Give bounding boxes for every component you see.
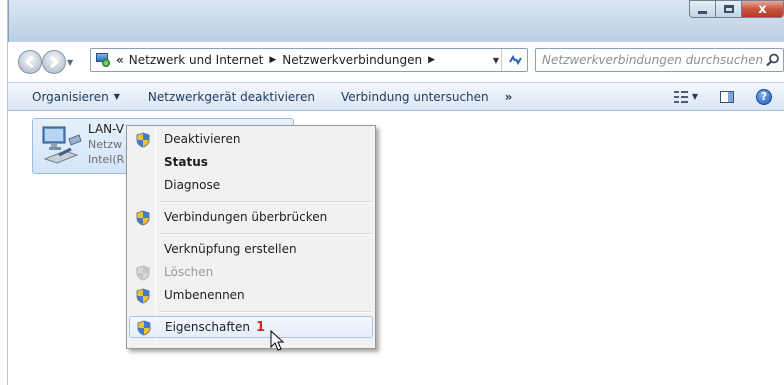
preview-pane-icon[interactable] [720, 90, 734, 103]
menu-item-diagnose[interactable]: Diagnose [129, 175, 373, 197]
menu-item-rename[interactable]: Umbenennen [129, 285, 373, 307]
menu-item-delete: Löschen [129, 262, 373, 284]
breadcrumb-segment-2[interactable]: Netzwerkverbindungen ▶ [282, 53, 441, 67]
diagnose-connection-label: Verbindung untersuchen [340, 89, 489, 104]
chevron-right-icon[interactable]: ▶ [428, 55, 435, 65]
disable-device-label: Netzwerkgerät deaktivieren [147, 89, 315, 104]
organize-label: Organisieren [32, 89, 109, 104]
command-bar-right: ▼ ? [673, 83, 784, 110]
minimize-icon [698, 10, 707, 14]
refresh-button[interactable] [501, 49, 527, 71]
menu-item-label: Umbenennen [164, 288, 245, 302]
menu-item-create-shortcut[interactable]: Verknüpfung erstellen [129, 239, 373, 261]
annotation-number: 1 [256, 320, 266, 335]
uac-shield-disabled-icon [136, 265, 150, 281]
refresh-icon [508, 54, 522, 66]
menu-item-properties[interactable]: Eigenschaften 1 [129, 316, 373, 338]
menu-item-label: Diagnose [164, 178, 221, 192]
back-button[interactable] [18, 50, 42, 74]
menu-item-label: Löschen [164, 265, 214, 279]
chevron-right-icon[interactable]: ▶ [269, 55, 276, 65]
menu-separator [159, 311, 371, 313]
menu-item-label: Verbindungen überbrücken [164, 210, 328, 224]
recent-pages-dropdown-icon[interactable]: ▼ [67, 58, 73, 67]
breadcrumb-label: Netzwerkverbindungen [282, 53, 423, 67]
address-overflow[interactable]: « [116, 53, 124, 67]
caption-buttons: x [689, 0, 784, 18]
diagnose-connection-button[interactable]: Verbindung untersuchen [333, 90, 497, 104]
menu-item-label: Eigenschaften [165, 320, 251, 334]
mouse-cursor-icon [270, 330, 285, 351]
disable-device-button[interactable]: Netzwerkgerät deaktivieren [140, 90, 323, 104]
search-icon[interactable] [766, 53, 780, 67]
forward-button[interactable] [42, 50, 66, 74]
network-adapter-icon [42, 126, 82, 164]
uac-shield-icon [136, 132, 150, 148]
view-dropdown-icon[interactable]: ▼ [692, 92, 698, 101]
command-bar: Organisieren ▼ Netzwerkgerät deaktiviere… [8, 82, 784, 111]
breadcrumb-label: Netzwerk und Internet [128, 53, 264, 67]
change-view-icon[interactable] [673, 90, 688, 103]
minimize-button[interactable] [689, 0, 715, 18]
network-folder-icon [95, 52, 111, 68]
menu-item-bridge-connections[interactable]: Verbindungen überbrücken [129, 207, 373, 229]
menu-item-label: Deaktivieren [164, 132, 241, 146]
uac-shield-icon [136, 288, 150, 304]
address-bar[interactable]: « Netzwerk und Internet ▶ Netzwerkverbin… [90, 48, 528, 72]
menu-separator [159, 233, 371, 235]
title-bar[interactable]: x [8, 0, 784, 42]
organize-menu-button[interactable]: Organisieren ▼ [24, 90, 128, 104]
connections-list: LAN-V Netzw Intel(R [8, 112, 784, 385]
uac-shield-icon [137, 320, 151, 336]
menu-item-label: Status [164, 155, 208, 169]
more-commands-button[interactable]: » [505, 90, 513, 104]
connection-device: Intel(R [88, 153, 125, 166]
forward-arrow-icon [50, 55, 60, 69]
menu-item-label-wrap: Eigenschaften 1 [165, 320, 265, 335]
search-placeholder: Netzwerkverbindungen durchsuchen [542, 53, 764, 67]
connection-name: LAN-V [88, 122, 124, 136]
menu-item-label: Verknüpfung erstellen [164, 242, 297, 256]
maximize-button[interactable] [715, 0, 741, 18]
close-icon: x [758, 1, 767, 17]
connection-network: Netzw [88, 138, 123, 151]
maximize-icon [723, 5, 734, 13]
menu-item-deactivate[interactable]: Deaktivieren [129, 129, 373, 151]
close-button[interactable]: x [741, 0, 784, 18]
context-menu: Deaktivieren Status Diagnose Verbindunge… [126, 125, 376, 349]
breadcrumb-segment-1[interactable]: Netzwerk und Internet ▶ [129, 53, 282, 67]
address-dropdown-icon[interactable]: ▼ [493, 56, 499, 65]
menu-item-status[interactable]: Status [129, 152, 373, 174]
chevron-down-icon: ▼ [113, 92, 120, 101]
back-arrow-icon [24, 55, 34, 69]
menu-separator [159, 201, 371, 203]
search-input[interactable]: Netzwerkverbindungen durchsuchen [535, 48, 784, 72]
help-icon[interactable]: ? [756, 88, 772, 105]
uac-shield-icon [136, 210, 150, 226]
